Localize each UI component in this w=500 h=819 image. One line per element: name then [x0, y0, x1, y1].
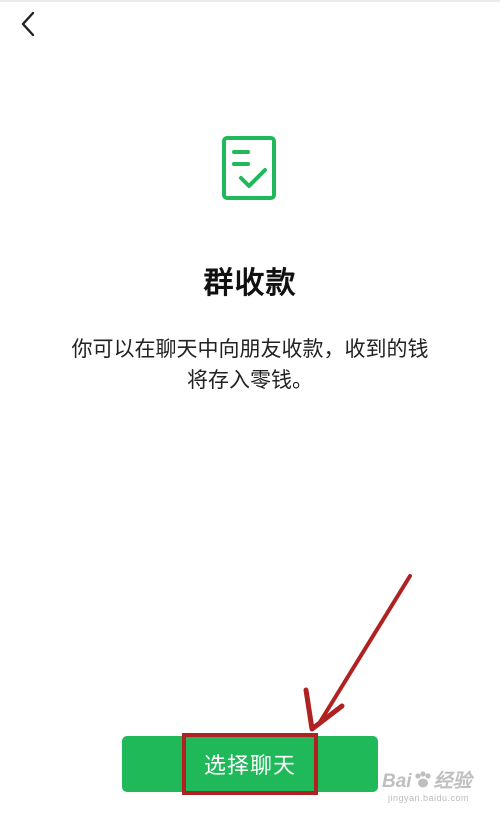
description: 你可以在聊天中向朋友收款，收到的钱 将存入零钱。 [0, 334, 500, 396]
document-check-icon [222, 136, 276, 200]
description-line: 将存入零钱。 [187, 368, 313, 392]
page-title: 群收款 [203, 266, 297, 301]
description-line: 你可以在聊天中向朋友收款，收到的钱 [71, 337, 429, 361]
watermark-brand: Bai 经验 [382, 771, 472, 792]
annotation-arrow [303, 574, 412, 732]
watermark: Bai 经验 jingyan.baidu.com [382, 762, 492, 810]
select-chat-button[interactable]: 选择聊天 [122, 736, 378, 792]
watermark-url: jingyan.baidu.com [388, 793, 470, 803]
status-bar-edge [0, 0, 500, 2]
paw-icon [414, 771, 431, 788]
back-button[interactable] [12, 8, 44, 40]
chevron-left-icon [21, 11, 35, 37]
group-payment-screen: 群收款 你可以在聊天中向朋友收款，收到的钱 将存入零钱。 选择聊天 Bai 经验 … [0, 0, 500, 819]
select-chat-button-label: 选择聊天 [203, 754, 296, 779]
